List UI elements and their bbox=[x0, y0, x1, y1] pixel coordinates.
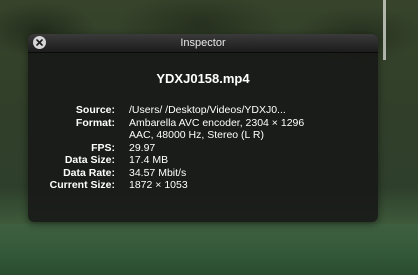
property-row-data-rate: Data Rate: 34.57 Mbit/s bbox=[28, 167, 378, 180]
properties-list: Source: /Users/ /Desktop/Videos/YDXJ0...… bbox=[28, 104, 378, 192]
property-value: 17.4 MB bbox=[129, 154, 169, 166]
inspector-titlebar[interactable]: Inspector bbox=[28, 34, 378, 53]
property-row-format: Format: Ambarella AVC encoder, 2304 × 12… bbox=[28, 117, 378, 130]
property-value: /Users/ /Desktop/Videos/YDXJ0... bbox=[129, 104, 286, 116]
inspector-panel: Inspector YDXJ0158.mp4 Source: /Users/ /… bbox=[28, 34, 378, 222]
property-label bbox=[28, 129, 129, 142]
property-row-current-size: Current Size: 1872 × 1053 bbox=[28, 179, 378, 192]
property-row-format-audio: AAC, 48000 Hz, Stereo (L R) bbox=[28, 129, 378, 142]
light-pole bbox=[383, 0, 386, 60]
property-row-fps: FPS: 29.97 bbox=[28, 142, 378, 155]
property-value: 34.57 Mbit/s bbox=[129, 166, 187, 179]
property-label: FPS: bbox=[91, 141, 115, 154]
property-value: AAC, 48000 Hz, Stereo (L R) bbox=[129, 129, 265, 141]
property-value: 1872 × 1053 bbox=[129, 179, 188, 191]
property-label: Data Rate: bbox=[63, 166, 115, 179]
window-title: Inspector bbox=[180, 37, 226, 49]
property-value: 29.97 bbox=[129, 141, 156, 154]
property-row-source: Source: /Users/ /Desktop/Videos/YDXJ0... bbox=[28, 104, 378, 117]
file-name: YDXJ0158.mp4 bbox=[156, 71, 250, 86]
property-value: Ambarella AVC encoder, 2304 × 1296 bbox=[129, 116, 305, 129]
property-row-data-size: Data Size: 17.4 MB bbox=[28, 154, 378, 167]
property-label: Source: bbox=[75, 104, 115, 116]
video-frame-background: Inspector YDXJ0158.mp4 Source: /Users/ /… bbox=[0, 0, 418, 275]
property-label: Current Size: bbox=[49, 179, 115, 191]
property-label: Format: bbox=[75, 116, 115, 129]
grass-field bbox=[0, 224, 418, 275]
property-label: Data Size: bbox=[64, 154, 115, 166]
